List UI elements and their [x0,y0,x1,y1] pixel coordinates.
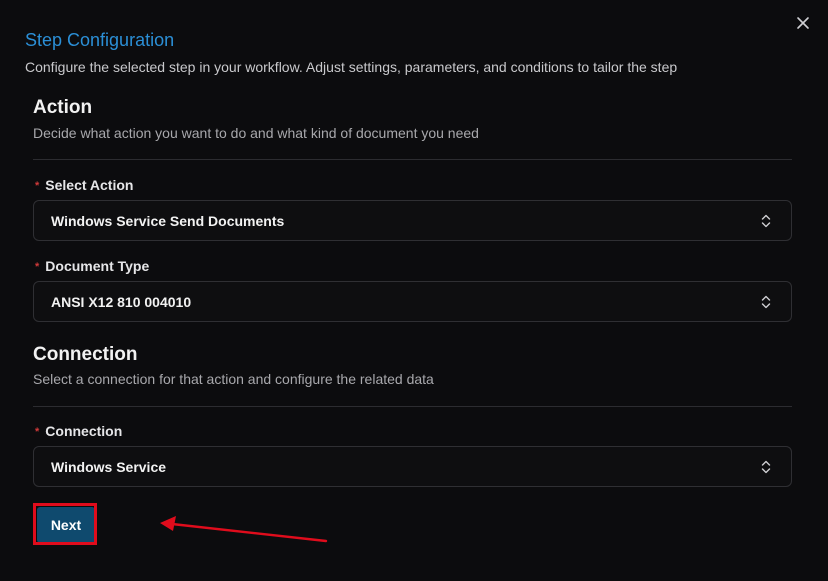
connection-label-text: Connection [45,423,123,439]
select-action-value: Windows Service Send Documents [51,213,285,229]
document-type-label: * Document Type [35,258,149,274]
select-action-dropdown[interactable]: Windows Service Send Documents [33,200,792,241]
action-section-title: Action [33,97,93,118]
section-divider [33,159,792,160]
chevron-up-down-icon [761,460,771,474]
connection-label: * Connection [35,423,122,439]
connection-section-description: Select a connection for that action and … [33,371,434,387]
connection-section-title: Connection [33,344,138,365]
action-section-description: Decide what action you want to do and wh… [33,125,479,141]
close-icon[interactable] [794,14,812,32]
section-divider [33,406,792,407]
required-asterisk: * [35,180,40,192]
required-asterisk: * [35,426,40,438]
document-type-value: ANSI X12 810 004010 [51,294,192,310]
step-configuration-dialog: Step Configuration Configure the selecte… [0,0,828,581]
dialog-subtitle: Configure the selected step in your work… [25,59,678,75]
connection-dropdown[interactable]: Windows Service [33,446,792,487]
annotation-arrow-icon [160,516,328,543]
select-action-label-text: Select Action [45,177,134,193]
select-action-label: * Select Action [35,177,133,193]
document-type-label-text: Document Type [45,258,150,274]
document-type-dropdown[interactable]: ANSI X12 810 004010 [33,281,792,322]
chevron-up-down-icon [761,214,771,228]
connection-value: Windows Service [51,459,167,475]
dialog-title: Step Configuration [25,30,175,50]
chevron-up-down-icon [761,295,771,309]
next-button[interactable]: Next [37,507,95,543]
required-asterisk: * [35,261,40,273]
